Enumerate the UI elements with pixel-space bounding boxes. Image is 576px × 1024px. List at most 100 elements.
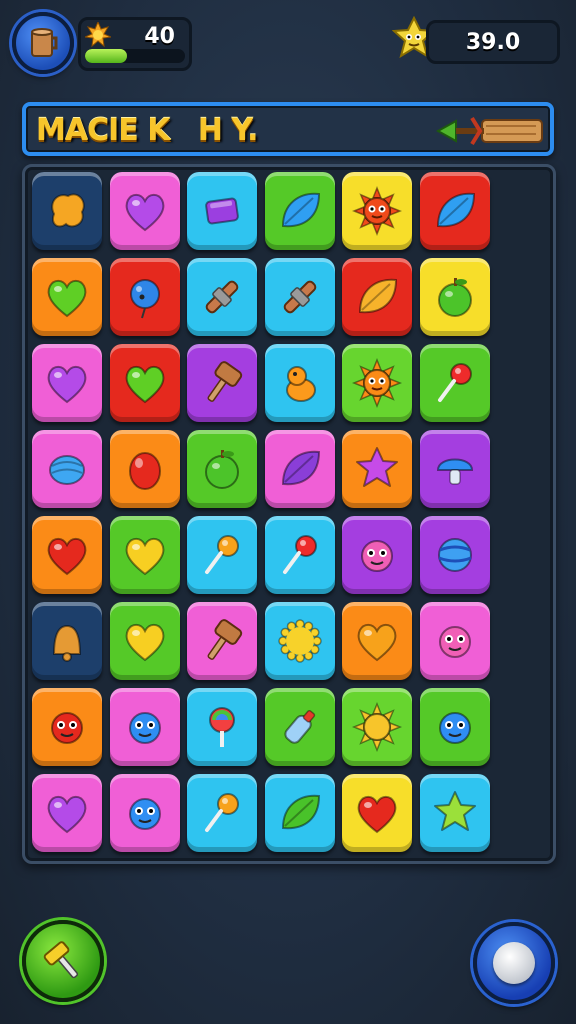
red-heart-icon xyxy=(47,537,87,576)
green-apple-icon xyxy=(437,278,472,317)
game-board xyxy=(22,164,556,864)
sun-icon xyxy=(85,22,111,48)
level-value: 40 xyxy=(144,24,175,49)
board-tile[interactable] xyxy=(32,172,102,250)
board-tile[interactable] xyxy=(342,602,412,680)
score-panel: 39.0 xyxy=(426,20,560,64)
pink-monster-icon xyxy=(438,626,471,658)
board-tile[interactable] xyxy=(342,774,412,852)
board-tile[interactable] xyxy=(187,516,257,594)
board-tile[interactable] xyxy=(419,602,490,680)
blue-shell-icon xyxy=(49,455,85,485)
white-knob-icon xyxy=(493,942,535,984)
board-tile[interactable] xyxy=(187,258,257,336)
board-tile[interactable] xyxy=(419,258,490,336)
orange-sun-face-icon xyxy=(351,357,403,409)
blue-leaf-icon xyxy=(436,192,475,228)
red-heart-icon xyxy=(357,795,397,834)
board-tile[interactable] xyxy=(32,258,102,336)
purple-heart-icon xyxy=(125,193,164,232)
orange-lollipop-icon xyxy=(205,793,239,832)
wooden-mallet-icon xyxy=(207,361,243,402)
rolling-pin-icon xyxy=(283,280,316,314)
rainbow-lollipop-icon xyxy=(209,707,235,747)
board-tile[interactable] xyxy=(419,774,490,852)
board-tile[interactable] xyxy=(264,258,335,336)
board-tile[interactable] xyxy=(264,774,335,852)
orange-star-icon xyxy=(51,193,85,228)
board-tile[interactable] xyxy=(187,688,257,766)
board-tile[interactable] xyxy=(419,172,490,250)
banner-title: MACIE K H Y. xyxy=(36,113,258,148)
hammer-button[interactable] xyxy=(22,920,104,1002)
purple-star-icon xyxy=(356,447,398,487)
board-tile[interactable] xyxy=(32,516,102,594)
avatar-button[interactable] xyxy=(12,12,74,74)
yellow-sun-icon xyxy=(351,701,403,753)
board-tile[interactable] xyxy=(342,516,412,594)
green-apple-icon xyxy=(205,450,239,489)
board-tile[interactable] xyxy=(187,172,257,250)
board-tile[interactable] xyxy=(342,430,412,508)
board-tile[interactable] xyxy=(419,344,490,422)
red-lollipop-icon xyxy=(437,363,472,402)
orange-duck-icon xyxy=(285,366,316,402)
board-tile[interactable] xyxy=(187,774,257,852)
yellow-gear-icon xyxy=(277,619,322,663)
board-tile[interactable] xyxy=(32,430,102,508)
wooden-arrow-icon xyxy=(436,116,543,146)
board-tile[interactable] xyxy=(264,688,335,766)
board-tile[interactable] xyxy=(419,516,490,594)
board-tile[interactable] xyxy=(109,774,180,852)
board-tile[interactable] xyxy=(264,516,335,594)
board-tile[interactable] xyxy=(187,430,257,508)
wooden-barrel-icon xyxy=(31,28,58,57)
board-tile[interactable] xyxy=(32,602,102,680)
board-tile[interactable] xyxy=(342,172,412,250)
board-tile[interactable] xyxy=(342,344,412,422)
board-tile[interactable] xyxy=(109,172,180,250)
xp-bar-fill xyxy=(85,49,127,63)
board-tile[interactable] xyxy=(264,430,335,508)
blue-monster-icon xyxy=(438,712,471,744)
board-tile[interactable] xyxy=(32,344,102,422)
pink-monster-icon xyxy=(361,540,393,572)
hammer-icon xyxy=(43,941,79,979)
board-tile[interactable] xyxy=(109,688,180,766)
level-banner: MACIE K H Y. xyxy=(22,102,554,156)
purple-leaf-icon xyxy=(281,450,320,486)
score-value: 39.0 xyxy=(465,29,521,55)
orange-bell-icon xyxy=(52,624,82,662)
board-tile[interactable] xyxy=(187,344,257,422)
green-star-icon xyxy=(433,791,476,831)
blue-mushroom-icon xyxy=(436,458,473,485)
wooden-mallet-icon xyxy=(207,619,243,660)
board-tile[interactable] xyxy=(419,688,490,766)
board-tile[interactable] xyxy=(187,602,257,680)
orange-lollipop-icon xyxy=(205,535,239,574)
board-tile[interactable] xyxy=(32,688,102,766)
board-tile[interactable] xyxy=(264,172,335,250)
blue-monster-icon xyxy=(128,712,161,744)
board-tile[interactable] xyxy=(109,516,180,594)
board-tile[interactable] xyxy=(342,258,412,336)
green-heart-icon xyxy=(47,279,87,318)
purple-heart-icon xyxy=(47,795,87,834)
blue-bottle-icon xyxy=(283,709,315,744)
blue-leaf-icon xyxy=(281,192,320,228)
board-tile[interactable] xyxy=(109,344,180,422)
board-tile[interactable] xyxy=(419,430,490,508)
board-tile[interactable] xyxy=(342,688,412,766)
shuffle-button[interactable] xyxy=(473,922,555,1004)
board-tile[interactable] xyxy=(109,602,180,680)
green-leaf-icon xyxy=(281,794,320,830)
board-tile[interactable] xyxy=(109,430,180,508)
red-sun-face-icon xyxy=(351,185,403,237)
board-tile[interactable] xyxy=(264,344,335,422)
board-tile[interactable] xyxy=(264,602,335,680)
board-tile[interactable] xyxy=(109,258,180,336)
purple-heart-icon xyxy=(47,365,87,404)
yellow-heart-icon xyxy=(125,623,164,662)
board-tile[interactable] xyxy=(32,774,102,852)
green-heart-icon xyxy=(125,365,164,404)
